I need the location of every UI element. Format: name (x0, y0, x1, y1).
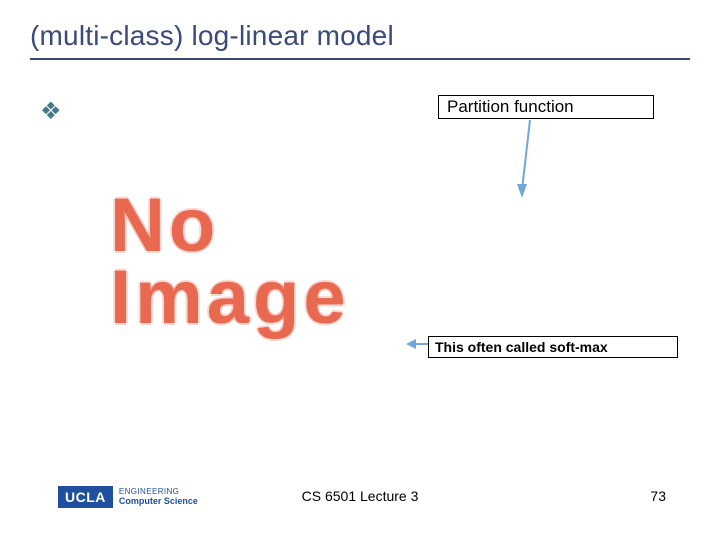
softmax-label: This often called soft-max (428, 336, 678, 358)
title-underline: (multi-class) log-linear model (30, 20, 690, 60)
placeholder-line-2: Image (110, 262, 470, 334)
footer-lecture-label: CS 6501 Lecture 3 (0, 488, 720, 504)
partition-arrow-icon (500, 120, 560, 210)
bullet-row: ❖ (40, 100, 62, 124)
placeholder-line-1: No (110, 190, 470, 262)
partition-function-label: Partition function (438, 95, 654, 119)
page-number: 73 (650, 488, 666, 504)
slide: (multi-class) log-linear model ❖ Partiti… (0, 0, 720, 540)
missing-image-placeholder: No Image (110, 190, 470, 334)
slide-title: (multi-class) log-linear model (30, 20, 690, 52)
diamond-bullet-icon: ❖ (40, 98, 62, 125)
